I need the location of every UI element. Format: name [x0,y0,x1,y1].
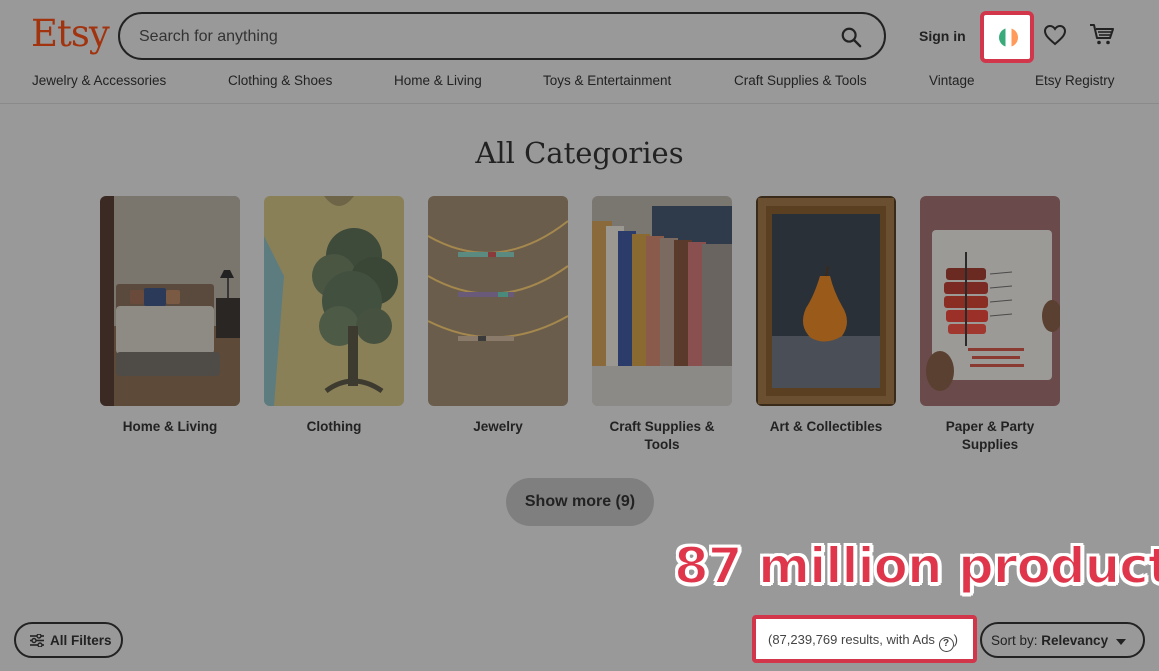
nav-vintage[interactable]: Vintage [929,73,975,88]
caret-down-icon [1116,639,1126,645]
nav-jewelry-accessories[interactable]: Jewelry & Accessories [32,73,166,88]
category-card-clothing[interactable]: Clothing [264,196,404,436]
all-filters-label: All Filters [50,633,112,648]
all-filters-button[interactable]: All Filters [14,622,123,658]
sort-value: Relevancy [1041,633,1109,648]
search-icon[interactable] [840,26,862,48]
category-card-home-living[interactable]: Home & Living [100,196,240,436]
category-label[interactable]: Home & Living [100,418,240,436]
cart-icon[interactable] [1089,22,1115,46]
category-image[interactable] [100,196,240,406]
category-card-jewelry[interactable]: Jewelry [428,196,568,436]
search-input[interactable]: Search for anything [139,28,278,46]
filter-sliders-icon [30,634,44,647]
nav-home-living[interactable]: Home & Living [394,73,482,88]
site-header: Etsy Search for anything Sign in Jewelry… [0,0,1159,104]
category-card-craft-supplies[interactable]: Craft Supplies & Tools [592,196,732,454]
category-image[interactable] [756,196,896,406]
sort-prefix: Sort by: [991,633,1042,648]
category-image[interactable] [592,196,732,406]
region-button[interactable] [980,11,1034,63]
category-card-paper-party[interactable]: Paper & Party Supplies [920,196,1060,454]
nav-clothing-shoes[interactable]: Clothing & Shoes [228,73,332,88]
nav-toys-entertainment[interactable]: Toys & Entertainment [543,73,671,88]
category-label[interactable]: Paper & Party Supplies [920,418,1060,454]
page-title: All Categories [475,136,684,170]
ireland-flag-icon [999,28,1018,47]
favorites-heart-icon[interactable] [1043,24,1067,46]
results-close-paren: ) [953,632,958,647]
results-count-text: (87,239,769 results, with Ads [768,632,935,647]
category-image[interactable] [264,196,404,406]
category-label[interactable]: Craft Supplies & Tools [592,418,732,454]
category-image[interactable] [920,196,1060,406]
nav-craft-supplies[interactable]: Craft Supplies & Tools [734,73,867,88]
sign-in-link[interactable]: Sign in [919,28,966,44]
help-icon[interactable]: ? [938,637,954,652]
show-more-button[interactable]: Show more (9) [506,478,654,526]
search-bar[interactable]: Search for anything [118,12,886,60]
nav-etsy-registry[interactable]: Etsy Registry [1035,73,1115,88]
category-card-art-collectibles[interactable]: Art & Collectibles [756,196,896,436]
sort-dropdown[interactable]: Sort by: Relevancy [980,622,1145,658]
category-image[interactable] [428,196,568,406]
category-label[interactable]: Art & Collectibles [756,418,896,436]
sort-label: Sort by: Relevancy [991,633,1108,648]
etsy-logo[interactable]: Etsy [31,12,110,55]
results-count: (87,239,769 results, with Ads ?) [768,632,958,652]
category-label[interactable]: Jewelry [428,418,568,436]
results-count-highlight: (87,239,769 results, with Ads ?) [752,615,977,663]
category-label[interactable]: Clothing [264,418,404,436]
category-nav: Jewelry & Accessories Clothing & Shoes H… [0,73,1159,93]
annotation-callout: 87 million products [673,536,1159,596]
